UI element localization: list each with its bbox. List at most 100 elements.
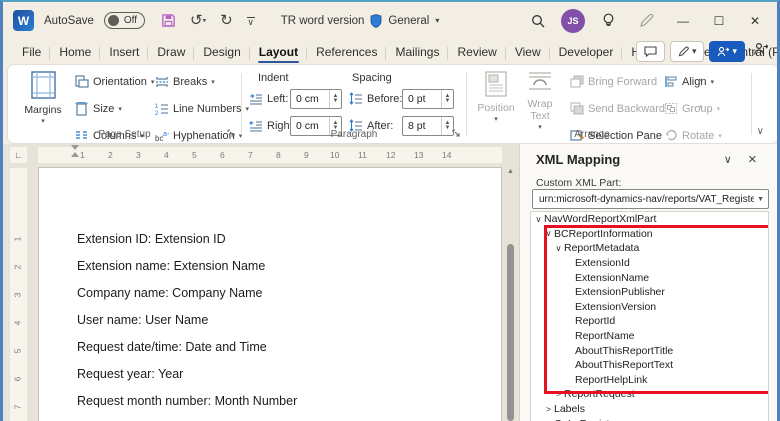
spacing-before-icon [348, 91, 363, 106]
ruler-tick: 7 [12, 405, 22, 410]
spinner-arrows[interactable]: ▲▼ [329, 90, 341, 108]
ruler-tick: 8 [276, 150, 281, 160]
collapse-ribbon-icon[interactable]: ∨ [757, 126, 764, 137]
tab-layout[interactable]: Layout [250, 42, 307, 62]
doc-line[interactable]: Request year: Year [77, 367, 183, 381]
group-label-arrange: Arrange [467, 129, 717, 140]
tree-item-extensionid[interactable]: ExtensionId [531, 256, 768, 271]
indent-left-input[interactable]: 0 cm ▲▼ [290, 89, 342, 109]
vertical-ruler[interactable]: 1 2 3 4 5 6 7 [10, 168, 27, 421]
title-bar: W AutoSave Off ↺▾ ↻ ∨ TR word version Ge… [3, 2, 777, 39]
tab-review[interactable]: Review [448, 42, 505, 62]
doc-line[interactable]: Extension ID: Extension ID [77, 232, 226, 246]
scroll-up-icon[interactable]: ▲ [506, 168, 515, 175]
tab-insert[interactable]: Insert [100, 42, 148, 62]
tree-item-reportrequest[interactable]: >ReportRequest [531, 387, 768, 402]
comments-button[interactable] [636, 41, 665, 62]
chevron-down-icon: ▾ [20, 117, 66, 125]
tab-mailings[interactable]: Mailings [386, 42, 448, 62]
spacing-header: Spacing [352, 72, 392, 84]
tab-stop-selector[interactable]: ∟ [10, 147, 27, 163]
close-button[interactable]: ✕ [741, 14, 769, 28]
indent-marker[interactable] [71, 145, 80, 159]
pane-close-icon[interactable]: ✕ [740, 153, 765, 166]
ruler-tick: 5 [12, 349, 22, 354]
ink-pen-icon[interactable] [631, 8, 661, 34]
doc-line[interactable]: Extension name: Extension Name [77, 259, 265, 273]
spinner-arrows[interactable]: ▲▼ [441, 90, 453, 108]
search-icon[interactable] [523, 8, 553, 34]
tree-item-extensionversion[interactable]: ExtensionVersion [531, 300, 768, 315]
minimize-button[interactable]: — [669, 14, 697, 28]
tab-developer[interactable]: Developer [550, 42, 623, 62]
breaks-button[interactable]: Breaks▾ [154, 74, 215, 89]
orientation-button[interactable]: Orientation▾ [74, 74, 154, 89]
spacing-before-label: Before: [367, 93, 402, 105]
editing-mode-button[interactable]: ▾ [670, 41, 705, 62]
line-numbers-icon: 12 [154, 101, 169, 116]
ruler-tick: 11 [358, 150, 367, 160]
tree-item-extensionpublisher[interactable]: ExtensionPublisher [531, 285, 768, 300]
doc-line[interactable]: User name: User Name [77, 313, 208, 327]
ruler-tick: 1 [80, 150, 85, 160]
ruler-tick: 13 [414, 150, 423, 160]
autosave-state: Off [124, 15, 137, 26]
wrap-text-button: Wrap Text ▾ [519, 71, 561, 131]
sensitivity-label[interactable]: General [388, 15, 429, 27]
doc-line[interactable]: Request date/time: Date and Time [77, 340, 267, 354]
doc-line[interactable]: Company name: Company Name [77, 286, 263, 300]
tree-item-extensionname[interactable]: ExtensionName [531, 270, 768, 285]
xml-tree: ∨NavWordReportXmlPart ∨BCReportInformati… [530, 211, 769, 421]
margins-button[interactable]: Margins ▾ [20, 71, 66, 125]
tree-item-reportname[interactable]: ReportName [531, 329, 768, 344]
maximize-button[interactable]: ☐ [705, 14, 733, 28]
paragraph-dialog-launcher[interactable] [452, 129, 460, 139]
indent-left-icon [248, 91, 263, 106]
tree-item-reporthelplink[interactable]: ReportHelpLink [531, 373, 768, 388]
presenter-icon[interactable] [750, 42, 771, 61]
tree-item-g-l-register[interactable]: >G_L_Register [531, 416, 768, 421]
tab-draw[interactable]: Draw [148, 42, 194, 62]
size-button[interactable]: Size▾ [74, 101, 122, 116]
ribbon: Margins ▾ Orientation▾ Size▾ Columns▾ Br… [7, 64, 779, 144]
tab-design[interactable]: Design [194, 42, 249, 62]
quick-access-overflow-button[interactable]: ∨ [247, 17, 255, 24]
group-label-page-setup: Page Setup [8, 129, 241, 140]
tree-item-labels[interactable]: >Labels [531, 402, 768, 417]
tab-references[interactable]: References [307, 42, 386, 62]
doc-line[interactable]: Request month number: Month Number [77, 394, 297, 408]
tree-item-navwordreportxmlpart[interactable]: ∨NavWordReportXmlPart [531, 212, 768, 227]
tree-item-bcreportinformation[interactable]: ∨BCReportInformation [531, 227, 768, 242]
tree-item-aboutthisreporttitle[interactable]: AboutThisReportTitle [531, 343, 768, 358]
lightbulb-icon[interactable] [593, 8, 623, 34]
autosave-toggle[interactable]: Off [104, 12, 145, 29]
size-icon [74, 101, 89, 116]
ruler-tick: 10 [330, 150, 339, 160]
word-logo-icon: W [13, 10, 34, 31]
document-page[interactable]: Extension ID: Extension ID Extension nam… [38, 167, 502, 421]
page-setup-dialog-launcher[interactable] [227, 129, 235, 139]
undo-button[interactable]: ↺▾ [190, 13, 206, 28]
toggle-knob-icon [108, 15, 119, 26]
document-scrollbar[interactable]: ▲ [506, 166, 515, 421]
scrollbar-thumb[interactable] [507, 244, 514, 421]
horizontal-ruler[interactable]: 1 2 3 4 5 6 7 8 9 10 11 12 13 14 [38, 147, 502, 163]
group-objects-icon [663, 101, 678, 116]
tab-view[interactable]: View [506, 42, 550, 62]
tree-item-reportid[interactable]: ReportId [531, 314, 768, 329]
tab-file[interactable]: File [13, 42, 50, 62]
ruler-tick: 3 [12, 293, 22, 298]
line-numbers-button[interactable]: 12 Line Numbers▾ [154, 101, 249, 116]
custom-xml-part-dropdown[interactable]: urn:microsoft-dynamics-nav/reports/VAT_R… [532, 189, 769, 209]
redo-button[interactable]: ↻ [220, 13, 233, 28]
tab-home[interactable]: Home [50, 42, 100, 62]
share-button[interactable]: ▾ [709, 41, 745, 62]
align-button[interactable]: Align▾ [663, 74, 714, 89]
save-icon[interactable] [161, 13, 176, 28]
tree-item-aboutthisreporttext[interactable]: AboutThisReportText [531, 358, 768, 373]
user-avatar[interactable]: JS [561, 9, 585, 33]
tree-item-reportmetadata[interactable]: ∨ReportMetadata [531, 241, 768, 256]
spacing-before-input[interactable]: 0 pt ▲▼ [402, 89, 454, 109]
wrap-text-icon [519, 71, 561, 96]
pane-collapse-icon[interactable]: ∨ [716, 153, 740, 166]
